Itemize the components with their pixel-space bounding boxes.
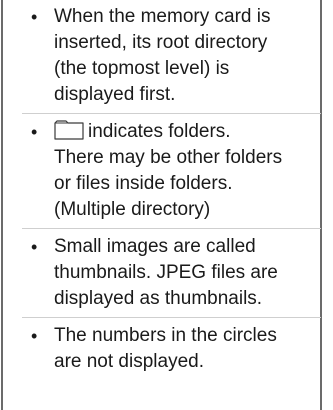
list-item: • indicates folders. There may be other … xyxy=(0,119,333,223)
bullet-dot: • xyxy=(31,237,38,257)
bullet-dot: • xyxy=(31,7,38,27)
item-line: Small images are called xyxy=(54,236,256,257)
bullet-dot: • xyxy=(31,122,38,142)
list-item: • When the memory card is inserted, its … xyxy=(0,4,333,108)
bullet-list: • When the memory card is inserted, its … xyxy=(0,4,333,375)
item-divider xyxy=(22,317,321,318)
item-line: or files inside folders. xyxy=(54,173,233,194)
list-item: • The numbers in the circles are not dis… xyxy=(0,323,333,375)
item-line: When the memory card is xyxy=(54,6,271,27)
item-line: are not displayed. xyxy=(54,351,204,372)
item-line: There may be other folders xyxy=(54,147,283,168)
item-divider xyxy=(22,113,321,114)
item-line: thumbnails. JPEG files are xyxy=(54,262,278,283)
item-divider xyxy=(22,228,321,229)
item-line: displayed first. xyxy=(54,84,176,105)
item-line: The numbers in the circles xyxy=(54,325,277,346)
item-line: (the topmost level) is xyxy=(54,58,230,79)
item-line: indicates folders. xyxy=(54,119,313,145)
manual-page: • When the memory card is inserted, its … xyxy=(0,0,333,410)
item-line: (Multiple directory) xyxy=(54,199,211,220)
item-line: inserted, its root directory xyxy=(54,32,268,53)
item-line: displayed as thumbnails. xyxy=(54,288,263,309)
list-item: • Small images are called thumbnails. JP… xyxy=(0,234,333,312)
folder-caption: indicates folders. xyxy=(88,121,231,142)
bullet-dot: • xyxy=(31,326,38,346)
folder-icon xyxy=(54,120,84,140)
